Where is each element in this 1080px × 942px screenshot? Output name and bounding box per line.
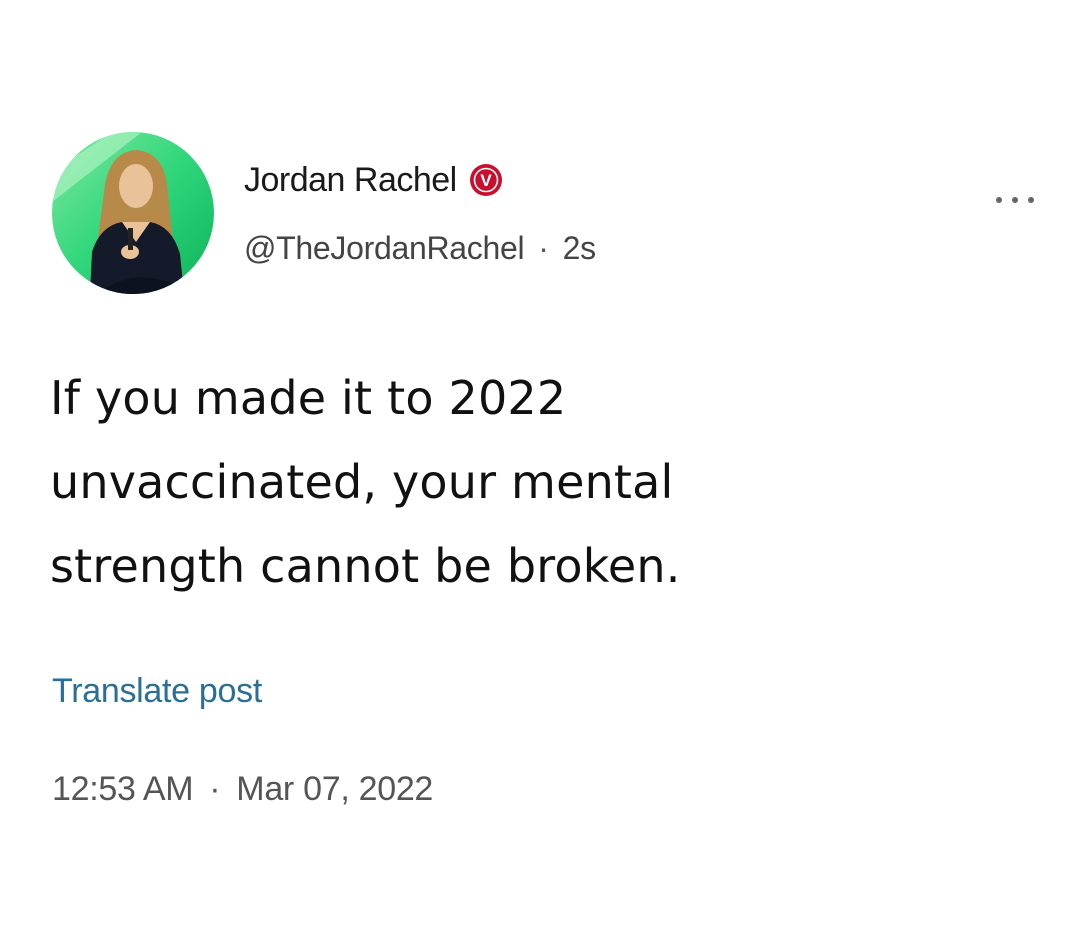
author-name-row: Jordan Rachel V: [244, 158, 503, 202]
post-time[interactable]: 12:53 AM: [52, 770, 194, 809]
profile-photo-icon: [52, 132, 214, 294]
post-date[interactable]: Mar 07, 2022: [236, 770, 433, 809]
post-timestamp: 12:53 AM · Mar 07, 2022: [52, 770, 433, 809]
more-horizontal-icon: [996, 197, 1034, 203]
more-options-button[interactable]: [984, 180, 1046, 220]
post-text-line: unvaccinated, your mental: [50, 455, 674, 509]
relative-time[interactable]: 2s: [563, 230, 597, 267]
post-text-line: strength cannot be broken.: [50, 539, 681, 593]
separator-dot: ·: [209, 770, 221, 808]
verified-badge-icon: V: [469, 163, 503, 197]
post-body-text: If you made it to 2022 unvaccinated, you…: [50, 360, 1010, 612]
post-card: Jordan Rachel V @TheJordanRachel · 2s If…: [0, 0, 1080, 942]
separator-dot: ·: [538, 229, 549, 266]
author-avatar[interactable]: [52, 132, 214, 294]
author-display-name[interactable]: Jordan Rachel: [244, 161, 457, 200]
post-text-line: If you made it to 2022: [50, 371, 567, 425]
author-handle-row: @TheJordanRachel · 2s: [244, 226, 596, 270]
verified-badge-letter: V: [480, 171, 492, 190]
author-handle[interactable]: @TheJordanRachel: [244, 230, 525, 267]
translate-post-link[interactable]: Translate post: [52, 672, 262, 711]
